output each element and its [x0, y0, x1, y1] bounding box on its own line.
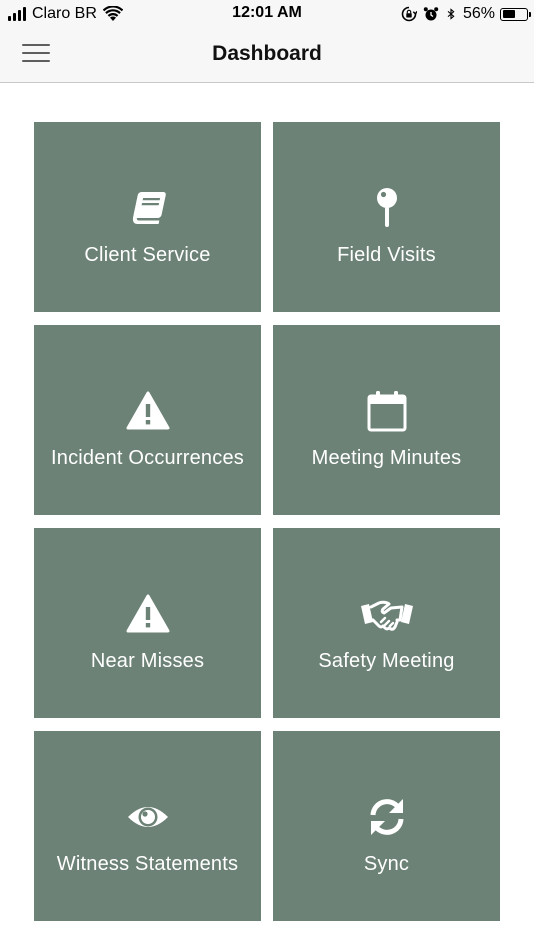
- battery-percent: 56%: [462, 5, 495, 22]
- rotation-lock-icon: [401, 6, 417, 22]
- warning-icon: [126, 592, 170, 636]
- page-title: Dashboard: [212, 42, 322, 65]
- tile-label: Near Misses: [90, 649, 205, 672]
- tile-label: Meeting Minutes: [311, 446, 462, 469]
- tile-field-visits[interactable]: Field Visits: [273, 122, 500, 312]
- battery-icon: [500, 7, 531, 21]
- tile-label: Witness Statements: [56, 852, 239, 875]
- book-icon: [126, 186, 170, 230]
- handshake-icon: [359, 592, 415, 636]
- dashboard-grid: Client Service Field Visits Incident Occ…: [34, 122, 500, 921]
- alarm-icon: [423, 7, 439, 21]
- tile-label: Field Visits: [337, 243, 436, 266]
- tile-sync[interactable]: Sync: [273, 731, 500, 921]
- tile-label: Sync: [363, 852, 410, 875]
- status-bar: Claro BR 12:01 AM 56%: [0, 0, 534, 28]
- tile-label: Client Service: [84, 243, 211, 266]
- map-pin-icon: [365, 186, 409, 230]
- battery-level: [502, 10, 515, 18]
- tile-safety-meeting[interactable]: Safety Meeting: [273, 528, 500, 718]
- tile-label: Safety Meeting: [318, 649, 455, 672]
- sync-icon: [365, 795, 409, 839]
- eye-icon: [126, 795, 170, 839]
- tile-meeting-minutes[interactable]: Meeting Minutes: [273, 325, 500, 515]
- tile-near-misses[interactable]: Near Misses: [34, 528, 261, 718]
- warning-icon: [126, 389, 170, 433]
- calendar-icon: [365, 389, 409, 433]
- tile-label: Incident Occurrences: [51, 446, 244, 469]
- tile-witness-statements[interactable]: Witness Statements: [34, 731, 261, 921]
- tile-client-service[interactable]: Client Service: [34, 122, 261, 312]
- bluetooth-icon: [447, 8, 455, 20]
- tile-incident-occurrences[interactable]: Incident Occurrences: [34, 325, 261, 515]
- nav-bar: Dashboard: [0, 28, 534, 83]
- status-right: 56%: [401, 4, 531, 24]
